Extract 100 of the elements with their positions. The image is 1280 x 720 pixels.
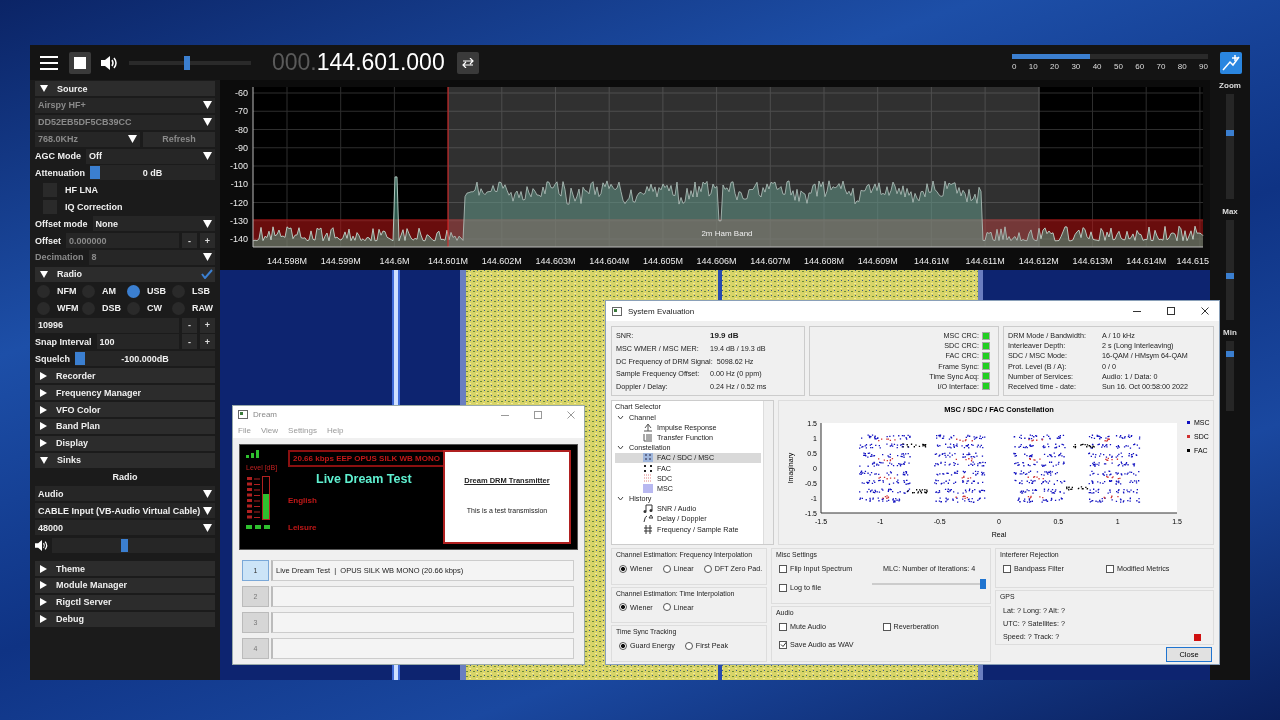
vertical-slider[interactable]	[1226, 341, 1234, 411]
axis-label: 144.603M	[535, 256, 576, 266]
vfo-band[interactable]	[448, 87, 1040, 247]
decrement-button[interactable]: -	[182, 317, 197, 333]
axis-label: 144.613M	[1072, 256, 1113, 266]
section-header[interactable]: Recorder	[35, 368, 215, 384]
frequency-display[interactable]: 000.144.601.000	[272, 49, 445, 76]
dropdown[interactable]: Audio	[35, 486, 215, 502]
number-field[interactable]: 10996	[35, 317, 179, 333]
chart-plus-icon[interactable]	[1220, 51, 1242, 74]
checkmark-icon[interactable]	[201, 269, 213, 280]
axis-label: 144.608M	[804, 256, 844, 266]
slider-thumb[interactable]	[1226, 272, 1234, 279]
radio-option[interactable]: AM	[80, 283, 125, 299]
section-header[interactable]: Source	[35, 81, 215, 96]
radio-option[interactable]: WFM	[35, 300, 80, 316]
axis-label: 144.6M	[379, 256, 410, 266]
vertical-slider[interactable]	[1226, 94, 1234, 199]
axis-label: -110	[230, 179, 248, 190]
dropdown[interactable]: 48000	[35, 520, 215, 536]
genre-label: Leisure	[288, 523, 317, 532]
stop-icon	[74, 56, 86, 69]
audio-quality-label: 20.66 kbps EEP OPUS SILK WB MONO	[288, 450, 445, 467]
decrement-button[interactable]: -	[182, 334, 197, 350]
section-header[interactable]: VFO Color	[35, 402, 215, 418]
slider-label: Squelch	[35, 353, 71, 364]
scale-label: 60	[1135, 62, 1145, 71]
radio-option[interactable]: USB	[125, 283, 170, 299]
volume-slider[interactable]	[129, 55, 251, 70]
slider-thumb[interactable]	[90, 166, 100, 180]
slider-thumb[interactable]	[75, 352, 85, 366]
speaker-icon[interactable]	[35, 539, 49, 553]
slider-label: Zoom	[1219, 81, 1241, 90]
window-title: Dream	[253, 410, 277, 419]
axis-label: -130	[230, 215, 248, 226]
radio-option[interactable]: RAW	[170, 300, 215, 316]
window-icon	[612, 306, 622, 316]
filter-icon	[643, 524, 653, 534]
axis-label: -70	[235, 106, 248, 117]
slider-track[interactable]: 0 dB	[90, 165, 215, 181]
increment-button[interactable]: +	[200, 317, 215, 333]
scale-label: 40	[1092, 62, 1102, 71]
field-label: Offset	[35, 235, 62, 246]
slider-reading: -100.000dB	[121, 353, 169, 364]
increment-button[interactable]: +	[200, 334, 215, 350]
section-header[interactable]: Rigctl Server	[35, 594, 215, 610]
iterations-slider[interactable]	[872, 579, 986, 589]
slider-thumb[interactable]	[183, 55, 190, 70]
dropdown[interactable]: CABLE Input (VB-Audio Virtual Cable)	[35, 503, 215, 519]
scale-label: 0	[1012, 62, 1017, 71]
dots-icon	[643, 463, 653, 473]
section-header[interactable]: Sinks	[35, 452, 215, 468]
swap-button[interactable]	[456, 51, 479, 74]
dropdown-arrow-icon	[203, 219, 212, 228]
axis-label: 144.611M	[965, 256, 1005, 266]
radio-option[interactable]: NFM	[35, 283, 80, 299]
slider-thumb[interactable]	[1226, 129, 1234, 136]
number-field[interactable]: 100	[96, 334, 179, 350]
slider-track[interactable]: -100.000dB	[75, 351, 215, 367]
section-header[interactable]: Debug	[35, 611, 215, 627]
list-icon	[643, 432, 653, 442]
slider-thumb[interactable]	[1226, 350, 1234, 357]
chevron-down-icon	[617, 496, 624, 502]
collapse-arrow-icon	[40, 85, 48, 92]
field-label: Decimation	[35, 252, 85, 263]
radio-option[interactable]: DSB	[80, 300, 125, 316]
dots-icon	[643, 473, 653, 483]
impulse-icon	[643, 422, 653, 432]
chevron-down-icon	[617, 445, 624, 451]
dropdown[interactable]: None	[92, 216, 215, 232]
vertical-slider[interactable]	[1226, 220, 1234, 320]
dropdown[interactable]: Off	[86, 148, 215, 164]
section-header[interactable]: Theme	[35, 561, 215, 577]
checkbox-label: IQ Correction	[65, 201, 124, 212]
volume-slider[interactable]	[52, 538, 215, 554]
dropdown-arrow-icon	[203, 152, 212, 161]
checkbox-label: HF LNA	[65, 184, 99, 195]
axis-label: -80	[235, 124, 248, 135]
axis-label: 144.601M	[428, 256, 469, 266]
axis-label: 144.606M	[696, 256, 737, 266]
check-icon	[780, 641, 786, 648]
slider-thumb[interactable]	[120, 539, 128, 553]
maximize-icon[interactable]	[1166, 306, 1176, 316]
window-title: System Evaluation	[628, 306, 695, 316]
scale-label: 70	[1156, 62, 1166, 71]
radio-option[interactable]: CW	[125, 300, 170, 316]
radio-option[interactable]: LSB	[170, 283, 215, 299]
stop-button[interactable]	[69, 51, 91, 74]
scrollbar[interactable]	[763, 401, 773, 544]
section-header[interactable]: Band Plan	[35, 418, 215, 434]
slider-thumb[interactable]	[980, 579, 986, 589]
section-header[interactable]: Radio	[35, 266, 215, 282]
section-header[interactable]: Display	[35, 435, 215, 451]
speaker-icon[interactable]	[101, 54, 119, 71]
section-header[interactable]: Frequency Manager	[35, 385, 215, 401]
menu-icon[interactable]	[40, 55, 58, 70]
axis-label: 144.612M	[1018, 256, 1059, 266]
field-label: Offset mode	[35, 218, 89, 229]
close-icon[interactable]	[1200, 306, 1210, 316]
section-header[interactable]: Module Manager	[35, 577, 215, 593]
